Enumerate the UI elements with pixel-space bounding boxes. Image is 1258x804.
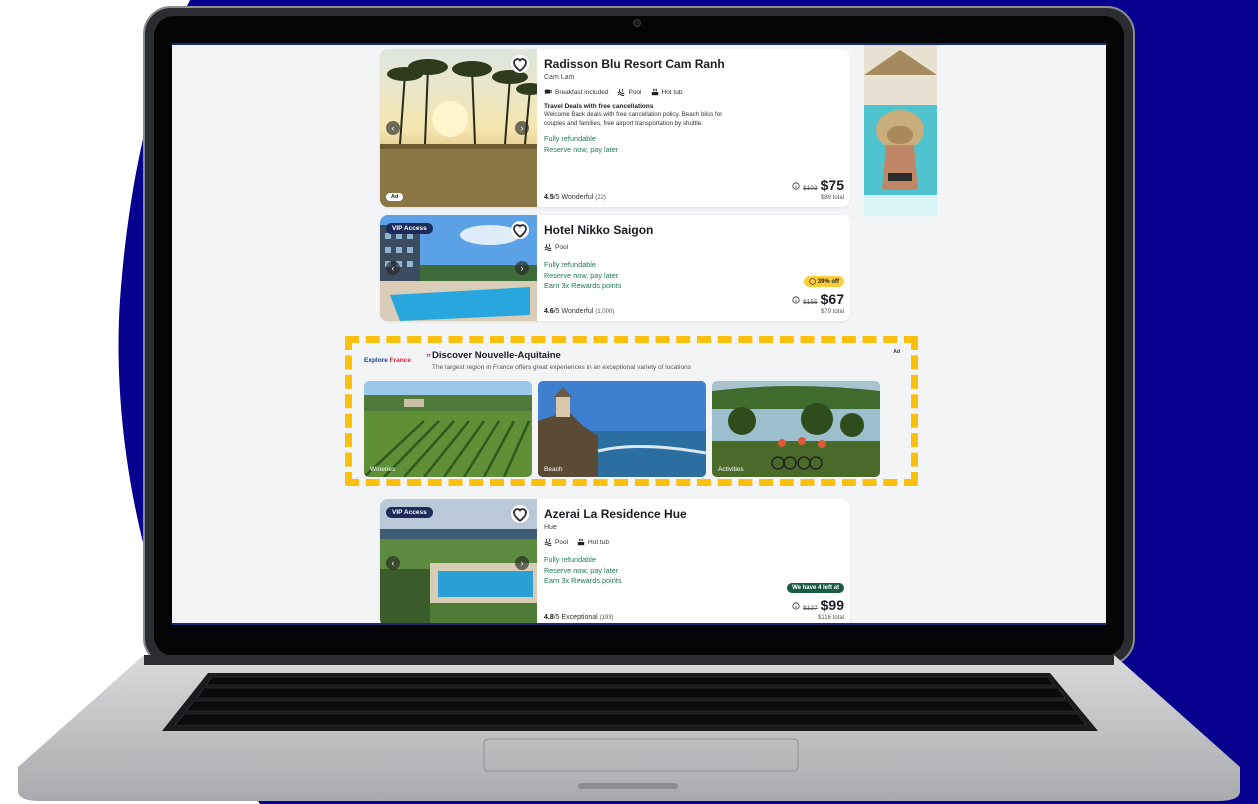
listing-card-azerai[interactable]: VIP Access ‹ › Azerai La Residence Hue H… [380,499,850,623]
price-block: $103 $75 $89 total [792,177,844,201]
photo-next-chevron-icon[interactable]: › [515,556,529,570]
guest-rating: 4.5/5 Wonderful (22) [544,194,606,201]
deal-description: Welcome Back deals with free cancellatio… [544,111,723,127]
listing-details: Hotel Nikko Saigon Pool Fully refundable… [544,223,844,315]
hotel-location: Hue [544,524,557,531]
amenity-pool: Pool [544,538,568,546]
hotel-photo[interactable]: VIP Access ‹ › [380,499,537,623]
listing-card-nikko[interactable]: VIP Access ‹ › Hotel Nikko Saigon Pool F… [380,215,850,321]
original-price: $127 [803,605,818,612]
current-price: $75 [820,177,844,193]
photo-next-chevron-icon[interactable]: › [515,261,529,275]
favorite-heart-icon[interactable] [511,505,529,523]
photo-prev-chevron-icon[interactable]: ‹ [386,121,400,135]
vip-access-badge: VIP Access [386,507,433,518]
ad-badge: Ad [386,193,404,201]
listing-details: Radisson Blu Resort Cam Ranh Cam Lam Bre… [544,57,844,201]
guest-rating: 4.6/5 Wonderful (1,000) [544,308,615,315]
hot-tub-icon [577,538,585,546]
hotel-name[interactable]: Radisson Blu Resort Cam Ranh [544,57,844,71]
availability-badge: We have 4 left at [787,583,844,593]
perk-fully-refundable: Fully refundable [544,134,596,144]
hot-tub-icon [651,88,658,96]
price-block: ◯ 39% off $155 $67 $79 total [792,270,844,315]
current-price: $67 [820,291,844,307]
amenities-list: Pool [544,243,844,251]
favorite-heart-icon[interactable] [511,55,529,73]
hotel-name[interactable]: Hotel Nikko Saigon [544,223,844,237]
listing-details: Azerai La Residence Hue Hue Pool Hot tub… [544,507,844,621]
hotel-name[interactable]: Azerai La Residence Hue [544,507,844,521]
perk-reserve-now: Reserve now, pay later [544,144,619,154]
guest-rating: 4.8/5 Exceptional (193) [544,614,614,621]
listing-card-radisson[interactable]: ‹ › Ad Radisson Blu Resort Cam Ranh Cam … [380,49,850,207]
laptop-keyboard-base [18,655,1240,801]
amenity-pool: Pool [617,88,642,96]
pool-icon [617,88,626,96]
info-icon[interactable] [792,182,800,190]
original-price: $155 [803,299,818,306]
pool-icon [544,243,552,251]
deal-title: Travel Deals with free cancellations [544,103,654,110]
discount-badge: ◯ 39% off [804,276,844,287]
original-price: $103 [803,185,818,192]
breakfast-icon [544,89,552,94]
photo-prev-chevron-icon[interactable]: ‹ [386,261,400,275]
total-price: $89 total [820,195,844,201]
photo-next-chevron-icon[interactable]: › [515,121,529,135]
photo-prev-chevron-icon[interactable]: ‹ [386,556,400,570]
promo-highlight-frame [345,336,918,486]
favorite-heart-icon[interactable] [511,221,529,239]
perk-fully-refundable: Fully refundable [544,260,596,269]
perk-reserve-now: Reserve now, pay later [544,565,619,575]
price-block: We have 4 left at $127 $99 $116 total [787,576,844,621]
side-ad-image[interactable] [864,45,937,216]
total-price: $116 total [818,615,844,621]
info-icon[interactable] [792,296,800,304]
total-price: $79 total [820,309,844,315]
hotel-photo[interactable]: ‹ › Ad [380,49,537,207]
webcam-icon [633,19,641,27]
hotel-location: Cam Lam [544,74,575,81]
amenity-breakfast: Breakfast included [544,88,608,96]
amenity-hot-tub: Hot tub [577,538,609,546]
perk-fully-refundable: Fully refundable [544,555,596,564]
browser-screen: ‹ › Ad Radisson Blu Resort Cam Ranh Cam … [172,43,1106,625]
amenities-list: Pool Hot tub [544,538,844,546]
current-price: $99 [820,597,844,613]
vip-access-badge: VIP Access [386,223,433,234]
info-icon[interactable] [792,602,800,610]
hotel-photo[interactable]: VIP Access ‹ › [380,215,537,321]
amenities-list: Breakfast included Pool Hot tub [544,88,844,96]
tag-icon: ◯ [809,279,816,285]
amenity-pool: Pool [544,243,568,251]
pool-icon [544,538,552,546]
amenity-hot-tub: Hot tub [651,88,682,96]
